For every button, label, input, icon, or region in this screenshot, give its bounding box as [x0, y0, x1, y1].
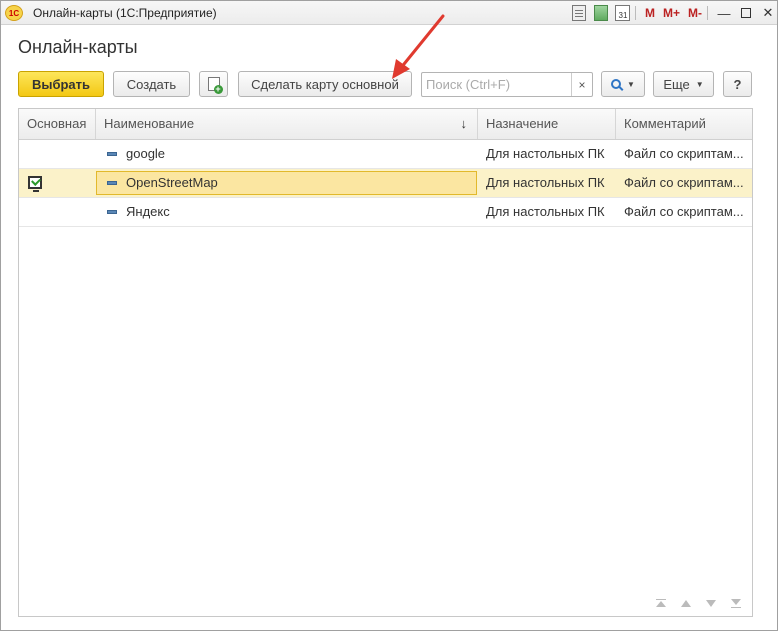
add-copy-icon	[207, 77, 223, 94]
chevron-down-icon: ▼	[695, 79, 704, 89]
help-button[interactable]: ?	[723, 71, 752, 97]
app-logo-icon: 1С	[5, 5, 23, 21]
table-navigation	[648, 594, 748, 612]
table-row[interactable]: google Для настольных ПК Файл со скрипта…	[19, 140, 752, 169]
table-header: Основная Наименование ↓ Назначение Комме…	[19, 109, 752, 140]
column-header-comment[interactable]: Комментарий	[616, 109, 752, 139]
scroll-down-button[interactable]	[699, 594, 723, 612]
calendar-icon[interactable]: 31	[614, 4, 632, 22]
window-title: Онлайн-карты (1С:Предприятие)	[33, 6, 217, 20]
comment-cell: Файл со скриптам...	[624, 175, 744, 190]
name-cell: google	[96, 140, 478, 168]
calculator-glyph-icon	[593, 5, 608, 21]
scroll-up-button[interactable]	[674, 594, 698, 612]
first-page-icon	[656, 598, 666, 607]
last-page-icon	[731, 598, 741, 608]
name-cell: Яндекс	[96, 198, 478, 226]
catalog-item-icon	[107, 181, 117, 185]
catalog-item-icon	[107, 210, 117, 214]
search-clear-button[interactable]: ×	[571, 73, 592, 96]
scroll-to-top-button[interactable]	[649, 594, 673, 612]
table-row-selected[interactable]: OpenStreetMap Для настольных ПК Файл со …	[19, 169, 752, 198]
maximize-icon	[741, 8, 751, 18]
name-cell-focused: OpenStreetMap	[96, 171, 477, 195]
search-options-button[interactable]: ▼	[601, 71, 645, 97]
main-cell	[19, 169, 96, 197]
annotation-arrow-icon	[392, 14, 445, 79]
more-button[interactable]: Еще ▼	[653, 71, 714, 97]
calculator-icon[interactable]	[592, 4, 610, 22]
column-header-purpose[interactable]: Назначение	[478, 109, 616, 139]
toolbar-separator	[707, 6, 708, 20]
column-header-main[interactable]: Основная	[19, 109, 96, 139]
comment-cell: Файл со скриптам...	[624, 146, 744, 161]
purpose-cell: Для настольных ПК	[486, 146, 605, 161]
catalog-item-icon	[107, 152, 117, 156]
toolbar-separator	[634, 6, 636, 20]
sort-descending-icon: ↓	[460, 116, 468, 131]
page-title: Онлайн-карты	[18, 37, 138, 57]
more-label: Еще	[663, 76, 690, 92]
document-icon	[571, 5, 586, 21]
memory-button[interactable]: M	[643, 4, 657, 22]
select-button[interactable]: Выбрать	[18, 71, 104, 97]
main-cell	[19, 140, 96, 168]
search-box: ×	[421, 72, 593, 97]
memory-subtract-button[interactable]: M-	[686, 4, 704, 22]
chevron-down-icon: ▼	[627, 79, 635, 89]
search-icon	[611, 79, 622, 89]
column-header-name[interactable]: Наименование ↓	[96, 109, 478, 139]
copy-button[interactable]	[199, 71, 228, 97]
print-icon[interactable]	[570, 4, 588, 22]
row-name: google	[126, 146, 166, 161]
main-cell	[19, 198, 96, 226]
purpose-cell: Для настольных ПК	[486, 204, 605, 219]
create-button[interactable]: Создать	[113, 71, 190, 97]
maps-table: Основная Наименование ↓ Назначение Комме…	[18, 108, 753, 617]
close-button[interactable]: ✕	[759, 4, 777, 22]
comment-cell: Файл со скриптам...	[624, 204, 744, 219]
row-name: Яндекс	[126, 204, 170, 219]
memory-add-button[interactable]: M+	[661, 4, 682, 22]
scroll-to-bottom-button[interactable]	[724, 594, 748, 612]
page-up-icon	[681, 599, 691, 607]
table-row[interactable]: Яндекс Для настольных ПК Файл со скрипта…	[19, 198, 752, 227]
row-name: OpenStreetMap	[126, 175, 218, 190]
minimize-button[interactable]: —	[715, 4, 733, 22]
purpose-cell: Для настольных ПК	[486, 175, 605, 190]
maximize-button[interactable]	[737, 4, 755, 22]
title-bar-tools: 31 M M+ M- — ✕	[566, 3, 777, 23]
column-header-name-label: Наименование	[104, 116, 195, 131]
main-map-check-icon	[28, 176, 42, 192]
calendar-day: 31	[615, 5, 631, 21]
app-window: 1С Онлайн-карты (1С:Предприятие) 31 M M+…	[0, 0, 778, 631]
page-down-icon	[706, 599, 716, 607]
